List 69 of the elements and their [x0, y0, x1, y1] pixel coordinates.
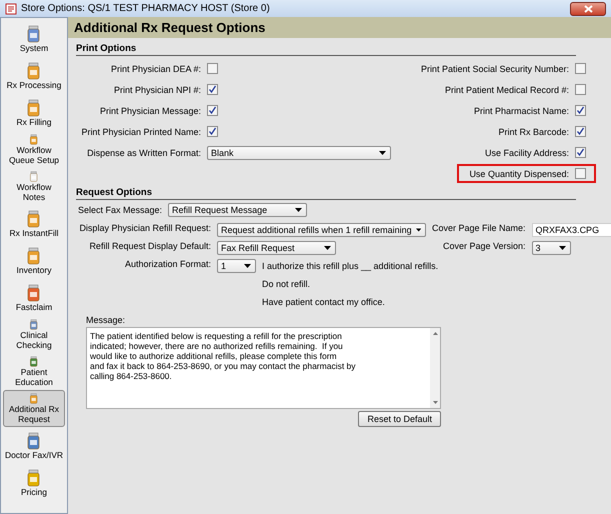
checkbox[interactable] — [207, 63, 218, 74]
sidebar-item[interactable]: System — [3, 20, 65, 57]
format-dropdown[interactable]: Blank — [207, 146, 391, 160]
field-label: Cover Page File Name: — [432, 223, 526, 233]
message-field[interactable]: The patient identified below is requesting a refill for the prescription indicated; however, there are no authorized refills remaining. If you would like to authorize additional refills, please complete this form and fax it back to 864-253-8690, or you may contact the pharmacist by calling 864-253-8600. — [86, 327, 441, 409]
default-dropdown[interactable]: Fax Refill Request — [217, 241, 336, 255]
sidebar-item[interactable]: Rx Processing — [3, 57, 65, 94]
format-dropdown[interactable]: 1 — [217, 259, 256, 273]
sidebar-item[interactable]: Workflow Notes — [3, 168, 65, 205]
close-button[interactable] — [570, 2, 606, 16]
field-label: Select Fax Message: — [78, 205, 162, 215]
section-heading: Print Options — [76, 43, 576, 56]
sidebar-item[interactable]: Rx InstantFill — [3, 205, 65, 242]
sidebar-item[interactable]: Inventory — [3, 242, 65, 279]
message-dropdown[interactable]: Refill Request Message — [168, 203, 308, 217]
option-label: Print Rx Barcode: — [498, 126, 569, 136]
checkbox[interactable] — [575, 105, 586, 116]
sidebar-item[interactable]: Pricing — [3, 464, 65, 501]
caret-icon — [324, 246, 331, 250]
option-label: Print Patient Social Security Number: — [420, 64, 569, 74]
field-label: Cover Page Version: — [442, 241, 526, 251]
checkbox[interactable] — [575, 84, 586, 95]
option-label: Print Physician Printed Name: — [80, 126, 201, 136]
sidebar-item[interactable]: Fastclaim — [3, 279, 65, 316]
caret-icon — [558, 246, 566, 250]
refill-dropdown[interactable]: Request additional refills when 1 refill remaining — [217, 223, 426, 237]
version-dropdown[interactable]: 3 — [532, 241, 571, 255]
close-icon — [584, 4, 592, 12]
authorization-text: Do not refill. — [262, 279, 312, 289]
option-label: Use Facility Address: — [484, 148, 569, 158]
app-icon — [5, 2, 17, 14]
authorization-text: I authorize this refill plus __ additional refills. — [262, 261, 438, 271]
file-name-field[interactable]: QRXFAX3.CPG — [532, 223, 611, 237]
option-label: Print Physician DEA #: — [110, 64, 201, 74]
sidebar-item[interactable]: Clinical Checking — [3, 316, 65, 353]
scrollbar[interactable] — [430, 328, 440, 408]
sidebar-item[interactable]: Patient Education — [3, 353, 65, 390]
checkbox[interactable] — [207, 105, 218, 116]
checkbox[interactable] — [207, 84, 218, 95]
option-label: Print Pharmacist Name: — [474, 106, 569, 116]
checkbox[interactable] — [575, 147, 586, 158]
page-header: Additional Rx Request Options — [68, 17, 611, 38]
caret-icon — [416, 228, 421, 232]
sidebar-item[interactable]: Additional Rx Request — [3, 390, 65, 427]
field-label: Refill Request Display Default: — [88, 241, 211, 251]
sidebar-item[interactable]: Workflow Queue Setup — [3, 131, 65, 168]
field-label: Authorization Format: — [124, 259, 211, 269]
scroll-down-icon[interactable] — [432, 401, 438, 404]
caret-icon — [379, 150, 386, 154]
caret-icon — [244, 264, 251, 268]
field-label: Display Physician Refill Request: — [78, 223, 211, 233]
section-heading: Request Options — [76, 187, 576, 200]
authorization-text: Have patient contact my office. — [262, 297, 386, 307]
sidebar-item[interactable]: Rx Filling — [3, 94, 65, 131]
checkbox[interactable] — [575, 168, 586, 179]
option-label: Print Physician Message: — [98, 106, 201, 116]
option-label: Print Patient Medical Record #: — [444, 84, 569, 94]
option-label: Print Physician NPI #: — [112, 84, 201, 94]
scroll-up-icon[interactable] — [432, 332, 438, 335]
window-title: Store Options: QS/1 TEST PHARMACY HOST (Store 0) — [21, 3, 271, 14]
checkbox[interactable] — [207, 126, 218, 137]
checkbox[interactable] — [575, 126, 586, 137]
sidebar-item[interactable]: Doctor Fax/IVR — [3, 427, 65, 464]
caret-icon — [295, 208, 302, 212]
reset-button[interactable]: Reset to Default — [358, 411, 441, 427]
option-label: Use Quantity Dispensed: — [469, 168, 569, 178]
option-label: Dispense as Written Format: — [86, 148, 201, 158]
checkbox[interactable] — [575, 63, 586, 74]
field-label: Message: — [86, 315, 126, 325]
